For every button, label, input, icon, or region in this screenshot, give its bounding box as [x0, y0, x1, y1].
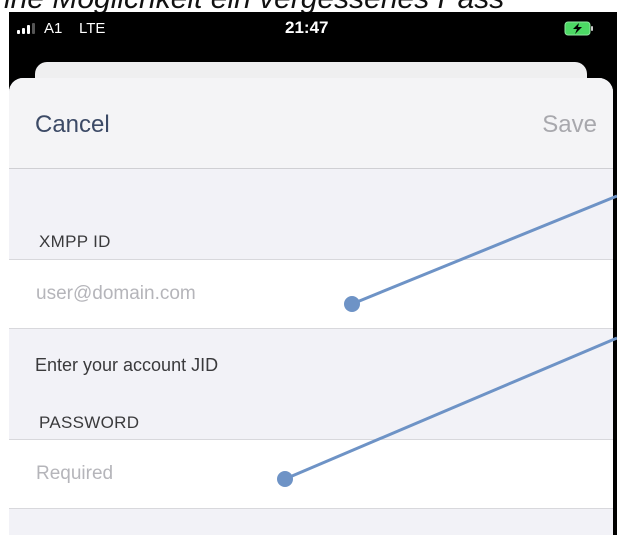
cancel-button[interactable]: Cancel	[35, 111, 110, 139]
xmpp-id-input[interactable]	[34, 278, 578, 310]
xmpp-id-section-header: XMPP ID	[39, 232, 111, 251]
carrier-label: A1	[44, 20, 63, 37]
xmpp-id-cell[interactable]	[9, 259, 613, 329]
phone-screen: A1 LTE 21:47 Cancel Save XMPP ID Enter y…	[9, 12, 617, 535]
network-type-label: LTE	[79, 20, 106, 37]
password-section-header: PASSWORD	[39, 413, 140, 432]
status-bar: A1 LTE 21:47	[9, 12, 617, 46]
account-form-sheet: Cancel Save XMPP ID Enter your account J…	[9, 78, 613, 535]
password-cell[interactable]	[9, 439, 613, 509]
save-button[interactable]: Save	[542, 111, 597, 139]
xmpp-id-footer: Enter your account JID	[35, 355, 219, 375]
signal-bars-icon	[17, 23, 35, 34]
password-input[interactable]	[34, 458, 578, 490]
navigation-bar: Cancel Save	[9, 78, 613, 169]
status-clock: 21:47	[285, 18, 329, 37]
caption-heading: ine Möglichkeit ein vergessenes Pass	[0, 0, 617, 12]
battery-charging-icon	[564, 21, 593, 36]
